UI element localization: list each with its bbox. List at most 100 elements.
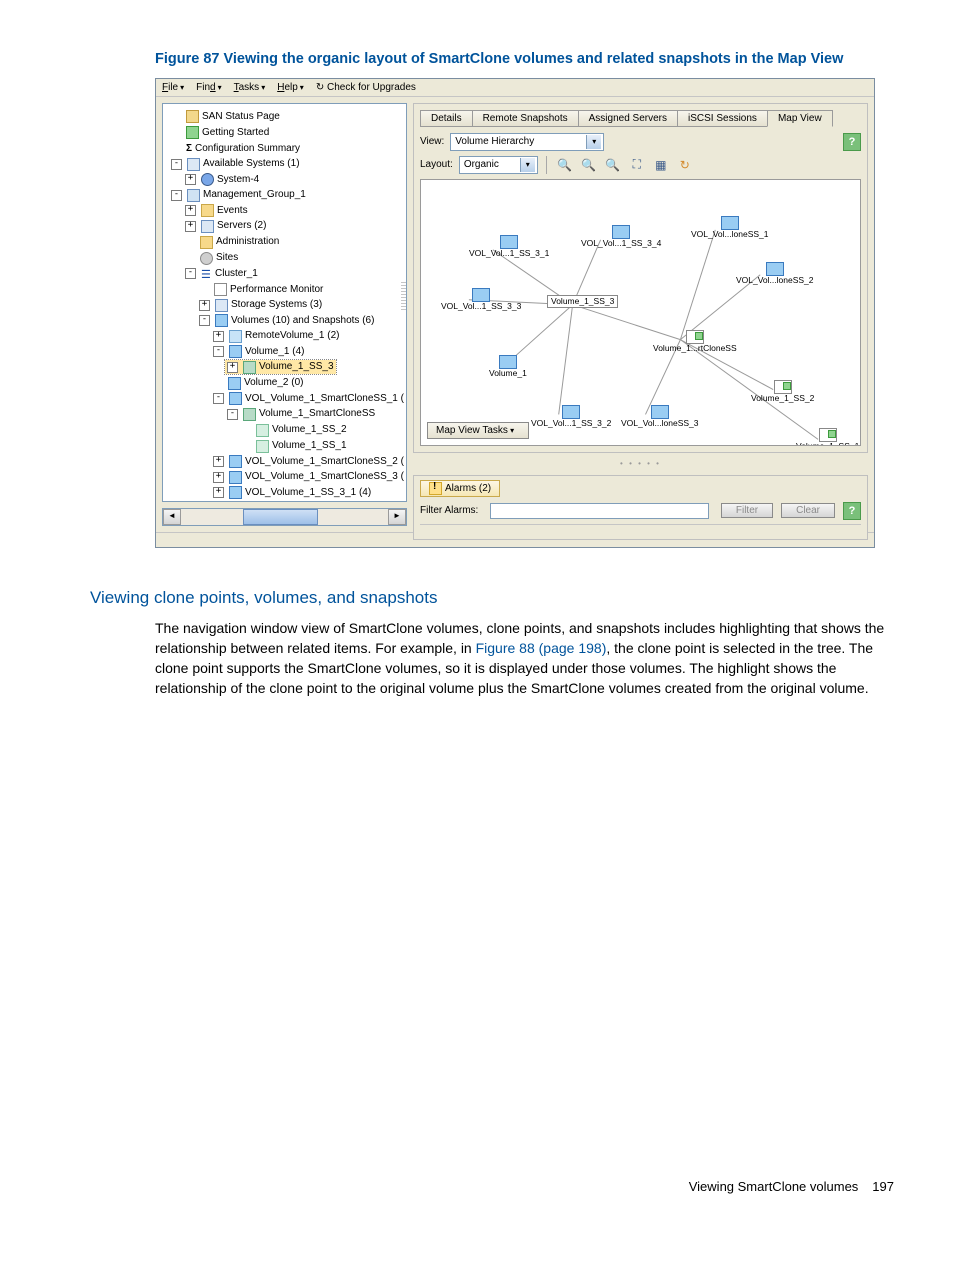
map-node[interactable]: Volume_1_SS_2 [751,380,814,403]
snapshot-icon [686,330,704,344]
tab-map-view[interactable]: Map View [767,110,833,127]
map-node[interactable]: VOL_Vol...1_SS_3_1 [469,235,549,258]
tab-iscsi-sessions[interactable]: iSCSI Sessions [677,110,768,127]
map-node[interactable]: VOL_Vol...loneSS_1 [691,216,769,239]
snapshot-icon [774,380,792,394]
volume-icon [562,405,580,419]
volume-icon [500,235,518,249]
home-icon [186,110,199,123]
volume-icon [229,345,242,358]
snapshot-icon [243,361,256,374]
fit-icon[interactable]: ⛶ [627,155,647,175]
view-label: View: [420,136,444,147]
detail-tabs: Details Remote Snapshots Assigned Server… [420,110,861,127]
snapshot-icon [256,424,269,437]
warning-icon [429,482,442,495]
sigma-icon: Σ [186,142,192,156]
scroll-thumb[interactable] [243,509,317,525]
volume-icon [651,405,669,419]
help-icon[interactable]: ? [843,133,861,151]
horizontal-scrollbar[interactable]: ◄ ► [162,508,407,526]
menubar: File▾ Find▾ Tasks▾ Help▾ ↻ Check for Upg… [156,79,874,97]
view-dropdown[interactable]: Volume Hierarchy [450,133,604,151]
layout-dropdown[interactable]: Organic [459,156,538,174]
map-node[interactable]: VOL_Vol...loneSS_2 [736,262,814,285]
map-node[interactable]: Volume_1_SS_1 [796,428,859,446]
snapshot-icon [819,428,837,442]
page-footer: Viewing SmartClone volumes 197 [90,1179,894,1194]
clear-button[interactable]: Clear [781,503,835,518]
arrange-icon[interactable]: ▦ [651,155,671,175]
volume-icon [229,330,242,343]
layout-label: Layout: [420,159,453,170]
volume-icon [229,486,242,499]
volume-icon [229,392,242,405]
map-node[interactable]: Volume_1 [489,355,527,378]
servers-icon [201,220,214,233]
page-number: 197 [872,1179,894,1194]
zoom-in-icon[interactable]: 🔍 [555,155,575,175]
admin-icon [200,236,213,249]
volume-icon [229,455,242,468]
perfmon-icon [214,283,227,296]
tab-remote-snapshots[interactable]: Remote Snapshots [472,110,579,127]
footer-title: Viewing SmartClone volumes [689,1179,859,1194]
map-node[interactable]: VOL_Vol...loneSS_3 [621,405,699,428]
menu-help[interactable]: Help▾ [277,82,304,93]
volume-icon [766,262,784,276]
section-heading: Viewing clone points, volumes, and snaps… [90,588,894,608]
group-icon [187,189,200,202]
volume-icon [499,355,517,369]
map-node[interactable]: VOL_Vol...1_SS_3_3 [441,288,521,311]
body-paragraph: The navigation window view of SmartClone… [155,618,894,699]
figure-caption: Figure 87 Viewing the organic layout of … [155,50,894,70]
filter-alarms-input[interactable] [490,503,709,519]
expand-icon[interactable]: + [185,174,196,185]
scroll-left-button[interactable]: ◄ [163,509,181,525]
sites-icon [200,252,213,265]
filter-alarms-label: Filter Alarms: [420,505,478,516]
storage-icon [215,299,228,312]
tree-selected-item[interactable]: +Volume_1_SS_3 [225,360,336,374]
splitter-grip[interactable]: • • • • • [413,459,868,469]
volumes-icon [215,314,228,327]
tab-assigned-servers[interactable]: Assigned Servers [578,110,678,127]
tab-details[interactable]: Details [420,110,473,127]
volume-icon [721,216,739,230]
cross-reference-link[interactable]: Figure 88 (page 198) [476,640,607,656]
map-canvas[interactable]: VOL_Vol...1_SS_3_1 VOL_Vol...1_SS_3_4 VO… [420,179,861,446]
scroll-right-button[interactable]: ► [388,509,406,525]
map-view-tasks-button[interactable]: Map View Tasks [427,422,529,439]
cluster-icon [201,268,212,279]
scroll-track[interactable] [181,509,388,525]
filter-button[interactable]: Filter [721,503,773,518]
map-node[interactable]: VOL_Vol...1_SS_3_2 [531,405,611,428]
map-node-selected[interactable]: Volume_1_SS_3 [547,295,618,308]
start-icon [186,126,199,139]
systems-icon [187,158,200,171]
volume-icon [229,471,242,484]
volume-icon [472,288,490,302]
menu-find[interactable]: Find▾ [196,82,221,93]
alarms-tab[interactable]: Alarms (2) [420,480,500,497]
globe-icon [201,173,214,186]
alarms-panel: Alarms (2) Filter Alarms: Filter Clear ? [413,475,868,540]
menu-upgrades[interactable]: ↻ Check for Upgrades [316,82,416,93]
menu-file[interactable]: File▾ [162,82,184,93]
zoom-reset-icon[interactable]: 🔍 [603,155,623,175]
app-screenshot: File▾ Find▾ Tasks▾ Help▾ ↻ Check for Upg… [155,78,875,548]
help-icon[interactable]: ? [843,502,861,520]
zoom-out-icon[interactable]: 🔍 [579,155,599,175]
events-icon [201,204,214,217]
map-node[interactable]: Volume_1...rtCloneSS [653,330,737,353]
refresh-icon[interactable]: ↻ [675,155,695,175]
volume-icon [228,377,241,390]
snapshot-icon [243,408,256,421]
resize-grip[interactable] [401,282,406,312]
nav-tree[interactable]: SAN Status Page Getting Started Σ Config… [162,103,407,502]
volume-icon [612,225,630,239]
collapse-icon[interactable]: - [171,159,182,170]
menu-tasks[interactable]: Tasks▾ [234,82,266,93]
snapshot-icon [256,440,269,453]
map-node[interactable]: VOL_Vol...1_SS_3_4 [581,225,661,248]
